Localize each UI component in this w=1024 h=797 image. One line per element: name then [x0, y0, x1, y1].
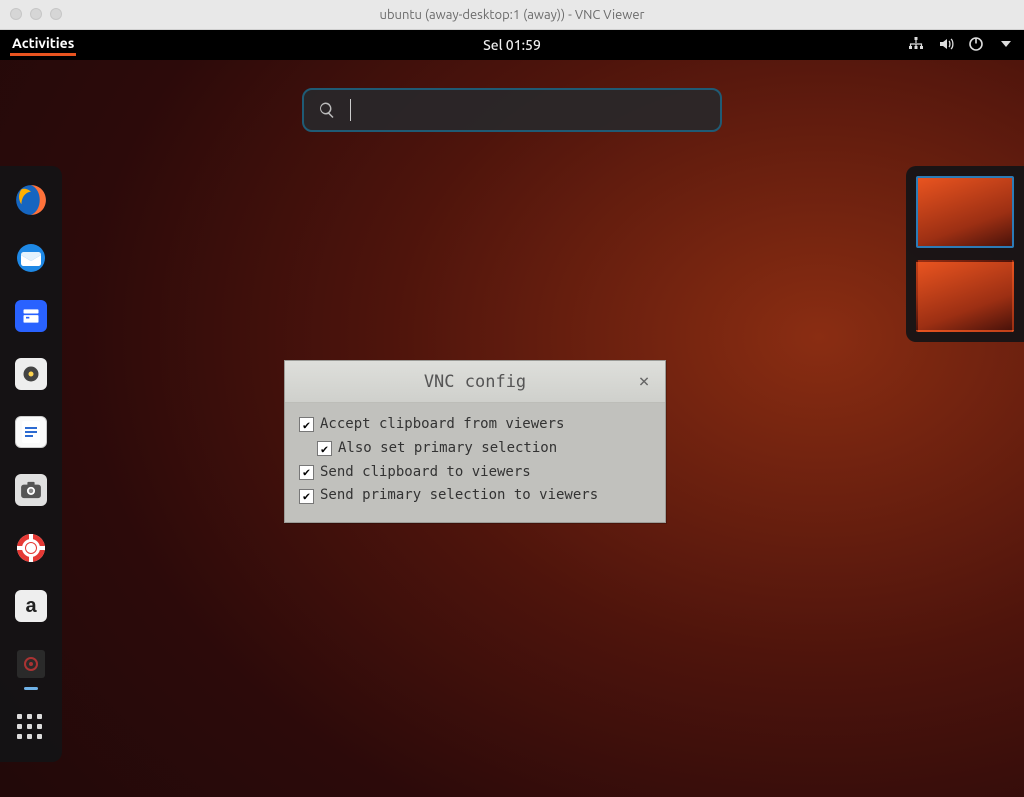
dock-item-files[interactable] [13, 298, 49, 334]
checkbox-icon[interactable]: ✔ [299, 417, 314, 432]
vnc-config-title: VNC config [424, 372, 526, 392]
vnc-option-label: Send clipboard to viewers [320, 461, 531, 485]
network-icon[interactable] [908, 36, 924, 55]
libreoffice-writer-icon [15, 416, 47, 448]
caret-down-icon[interactable] [998, 36, 1014, 55]
mac-traffic-lights[interactable] [10, 8, 62, 20]
dock-item-screenshot[interactable] [13, 472, 49, 508]
clock[interactable]: Sel 01:59 [483, 37, 541, 53]
search-icon [318, 101, 336, 119]
vnc-option-send-primary-selection[interactable]: ✔ Send primary selection to viewers [299, 484, 653, 508]
checkbox-icon[interactable]: ✔ [299, 465, 314, 480]
overview-search[interactable] [302, 88, 722, 132]
help-icon [15, 532, 47, 564]
workspace-thumb-1[interactable] [916, 176, 1014, 248]
search-input[interactable] [344, 101, 706, 119]
vnc-option-label: Also set primary selection [338, 437, 557, 461]
activities-button[interactable]: Activities [10, 35, 76, 56]
vnc-config-window[interactable]: VNC config × ✔ Accept clipboard from vie… [284, 360, 666, 523]
vnc-config-titlebar[interactable]: VNC config × [285, 361, 665, 403]
thunderbird-icon [15, 242, 47, 274]
checkbox-icon[interactable]: ✔ [299, 489, 314, 504]
checkbox-icon[interactable]: ✔ [317, 441, 332, 456]
vnc-config-body: ✔ Accept clipboard from viewers ✔ Also s… [285, 403, 665, 522]
mac-zoom-button[interactable] [50, 8, 62, 20]
dock: a [0, 166, 62, 762]
dock-item-rhythmbox[interactable] [13, 356, 49, 392]
firefox-icon [14, 183, 48, 217]
gnome-top-bar: Activities Sel 01:59 [0, 30, 1024, 60]
apps-grid-icon [17, 714, 45, 742]
volume-icon[interactable] [938, 36, 954, 55]
vnc-option-send-clipboard[interactable]: ✔ Send clipboard to viewers [299, 461, 653, 485]
files-icon [15, 300, 47, 332]
close-button[interactable]: × [635, 373, 653, 391]
vnc-option-label: Send primary selection to viewers [320, 484, 598, 508]
mac-window: ubuntu (away-desktop:1 (away)) - VNC Vie… [0, 0, 1024, 797]
text-caret [350, 99, 351, 121]
vnc-config-icon [17, 650, 45, 678]
close-icon: × [639, 371, 650, 392]
vnc-option-set-primary-selection[interactable]: ✔ Also set primary selection [299, 437, 653, 461]
ubuntu-desktop: Activities Sel 01:59 [0, 30, 1024, 797]
activities-label: Activities [10, 31, 76, 55]
dock-item-amazon[interactable]: a [13, 588, 49, 624]
amazon-icon: a [15, 590, 47, 622]
dock-item-help[interactable] [13, 530, 49, 566]
vnc-option-label: Accept clipboard from viewers [320, 413, 564, 437]
rhythmbox-icon [15, 358, 47, 390]
vnc-option-accept-clipboard[interactable]: ✔ Accept clipboard from viewers [299, 413, 653, 437]
system-tray[interactable] [908, 36, 1014, 55]
dock-item-firefox[interactable] [13, 182, 49, 218]
mac-window-title: ubuntu (away-desktop:1 (away)) - VNC Vie… [380, 8, 645, 22]
dock-item-thunderbird[interactable] [13, 240, 49, 276]
workspace-thumb-2[interactable] [916, 260, 1014, 332]
mac-minimize-button[interactable] [30, 8, 42, 20]
dock-item-vnc-config[interactable] [13, 646, 49, 682]
screenshot-icon [15, 474, 47, 506]
power-icon[interactable] [968, 36, 984, 55]
mac-titlebar: ubuntu (away-desktop:1 (away)) - VNC Vie… [0, 0, 1024, 30]
mac-close-button[interactable] [10, 8, 22, 20]
dock-item-libreoffice-writer[interactable] [13, 414, 49, 450]
show-applications-button[interactable] [13, 710, 49, 746]
workspace-switcher [906, 166, 1024, 342]
